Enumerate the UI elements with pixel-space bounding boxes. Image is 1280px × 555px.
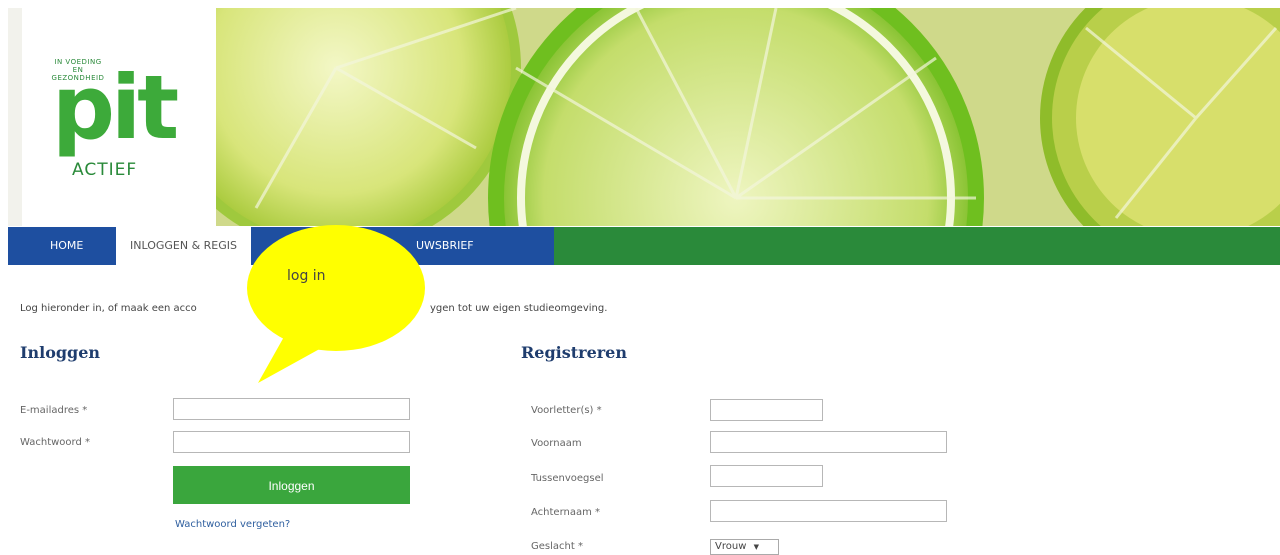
initials-label: Voorletter(s) * [531, 405, 602, 416]
password-label: Wachtwoord * [20, 437, 91, 448]
main-navigation: HOME INLOGGEN & REGIS UWSBRIEF [8, 227, 1280, 265]
intro-text-end: ygen tot uw eigen studieomgeving. [430, 303, 608, 314]
password-input[interactable] [173, 431, 410, 453]
login-title: Inloggen [20, 343, 101, 362]
site-header: IN VOEDING EN GEZONDHEID pit ACTIEF [8, 8, 1280, 226]
gender-label: Geslacht * [531, 541, 583, 552]
lastname-input[interactable] [710, 500, 947, 522]
intro-text: Log hieronder in, of maak een acco [20, 303, 197, 314]
nav-item-inloggen-registreren[interactable]: INLOGGEN & REGIS [116, 227, 252, 265]
infix-input[interactable] [710, 465, 823, 487]
nav-item-home[interactable]: HOME [36, 227, 97, 265]
forgot-password-link[interactable]: Wachtwoord vergeten? [175, 519, 290, 530]
email-input[interactable] [173, 398, 410, 420]
nav-item-nieuwsbrief[interactable]: UWSBRIEF [416, 227, 488, 265]
initials-input[interactable] [710, 399, 823, 421]
firstname-label: Voornaam [531, 438, 582, 449]
firstname-input[interactable] [710, 431, 947, 453]
header-banner-image [216, 8, 1280, 226]
chevron-down-icon: ▼ [753, 543, 759, 551]
logo-area[interactable]: IN VOEDING EN GEZONDHEID pit ACTIEF [8, 8, 216, 226]
speech-bubble-text: log in [287, 268, 326, 284]
gender-select[interactable]: Vrouw ▼ [710, 539, 779, 555]
lime-slices-graphic [216, 8, 1280, 226]
logo-pit-text: pit [52, 56, 179, 159]
login-button[interactable]: Inloggen [173, 466, 410, 504]
logo-actief-text: ACTIEF [72, 160, 138, 180]
speech-bubble [247, 225, 425, 351]
register-title: Registreren [521, 343, 627, 362]
lastname-label: Achternaam * [531, 507, 601, 518]
gender-select-value: Vrouw [715, 541, 747, 552]
email-label: E-mailadres * [20, 405, 88, 416]
infix-label: Tussenvoegsel [531, 473, 604, 484]
